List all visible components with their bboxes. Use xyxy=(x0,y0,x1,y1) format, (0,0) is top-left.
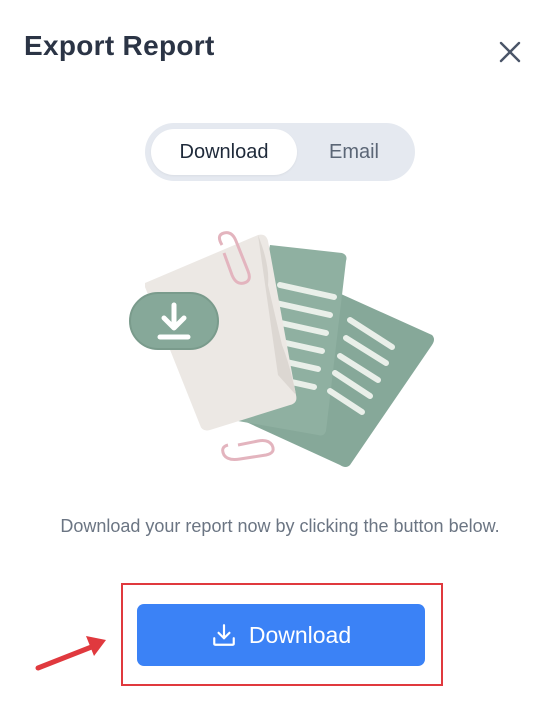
export-illustration xyxy=(129,231,434,467)
pointer-arrow-icon xyxy=(35,636,106,671)
export-report-dialog: Export Report Download Email Download yo… xyxy=(0,0,560,711)
download-button[interactable]: Download xyxy=(137,604,425,666)
close-icon xyxy=(499,41,521,63)
tab-download[interactable]: Download xyxy=(151,129,297,175)
download-button-label: Download xyxy=(248,621,352,648)
close-button[interactable] xyxy=(498,40,522,64)
export-description: Download your report now by clicking the… xyxy=(60,516,500,536)
dialog-title: Export Report xyxy=(24,30,215,61)
paperclip-icon xyxy=(221,439,275,461)
download-icon xyxy=(213,624,235,646)
tab-email[interactable]: Email xyxy=(299,129,409,175)
export-method-toggle: Download Email xyxy=(145,123,415,181)
download-icon xyxy=(129,292,219,350)
